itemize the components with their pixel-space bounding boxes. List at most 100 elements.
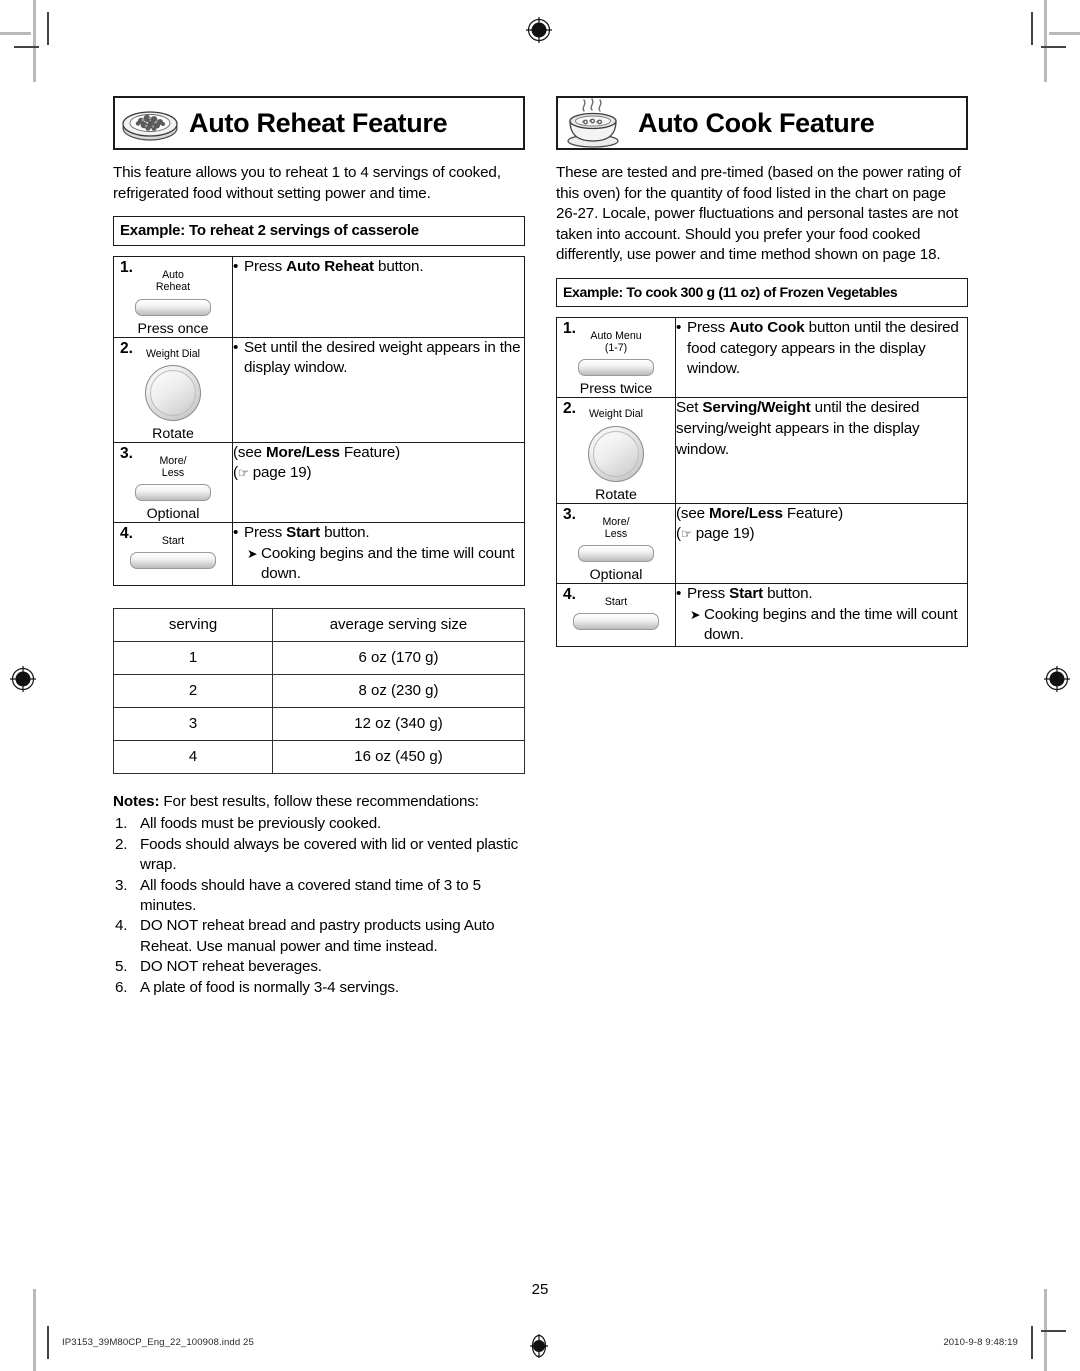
- weight-dial-icon[interactable]: [588, 425, 644, 482]
- cell-serving: 1: [113, 640, 273, 675]
- step-text-post: Feature): [782, 504, 844, 522]
- table-row: 2. Weight Dial Rotate Set Serving/Weight…: [556, 397, 968, 504]
- control-footnote: Press once: [137, 320, 209, 337]
- step-description-cell: (see More/Less Feature) (☞ page 19): [232, 441, 525, 524]
- cell-size: 8 oz (230 g): [272, 673, 525, 708]
- auto-cook-title: Auto Cook Feature: [638, 107, 875, 138]
- step-description-cell: Set until the desired weight appears in …: [232, 336, 525, 443]
- step-description-cell: Press Auto Reheat button.: [232, 256, 525, 338]
- step-line: Press Auto Reheat button.: [233, 257, 524, 278]
- step-line: (☞ page 19): [676, 524, 967, 545]
- table-header-row: serving average serving size: [113, 607, 525, 642]
- cell-size: 12 oz (340 g): [272, 706, 525, 741]
- auto-cook-steps-table: 1. Auto Menu (1-7) Press twice Press Aut…: [556, 316, 968, 647]
- auto-cook-example-bar: Example: To cook 300 g (11 oz) of Frozen…: [556, 277, 968, 307]
- serving-size-table: serving average serving size 1 6 oz (170…: [113, 607, 525, 774]
- step-line: Press Start button.: [233, 523, 524, 544]
- control-footnote: Rotate: [152, 425, 194, 442]
- table-row: 3. More/ Less Optional (see More/Less Fe…: [113, 441, 525, 524]
- step-line: Press Start button.: [676, 584, 967, 605]
- step-text-post: button.: [320, 524, 370, 542]
- cell-serving: 3: [113, 706, 273, 741]
- registration-mark-left: [10, 666, 36, 692]
- step-control-cell: 3. More/ Less Optional: [556, 502, 676, 584]
- table-row: 3 12 oz (340 g): [113, 706, 525, 741]
- auto-reheat-button-icon[interactable]: [135, 298, 211, 316]
- auto-menu-button-icon[interactable]: [578, 359, 654, 377]
- notes-heading-text: For best results, follow these recommend…: [159, 792, 479, 810]
- step-text-bold: Serving/Weight: [702, 399, 811, 417]
- step-text-pre: Press: [687, 584, 730, 602]
- notes-label: Notes:: [113, 792, 160, 810]
- registration-mark-top: [526, 17, 552, 43]
- start-button-icon[interactable]: [573, 613, 659, 631]
- cell-size: 6 oz (170 g): [272, 640, 525, 675]
- cell-serving: 4: [113, 739, 273, 774]
- steaming-bowl-icon: [558, 97, 628, 149]
- list-item: 5. DO NOT reheat beverages.: [113, 957, 525, 977]
- more-less-button-icon[interactable]: [135, 484, 211, 502]
- step-number: 2.: [563, 400, 576, 418]
- notes-heading: Notes: For best results, follow these re…: [113, 792, 525, 812]
- list-item: 2. Foods should always be covered with li…: [113, 835, 525, 876]
- auto-cook-banner: Auto Cook Feature: [556, 96, 968, 150]
- step-text-post: page 19): [248, 464, 312, 482]
- step-text-post: button.: [373, 258, 424, 276]
- control-footnote: Rotate: [595, 486, 637, 503]
- step-text-bold: Start: [729, 584, 764, 602]
- auto-reheat-intro: This feature allows you to reheat 1 to 4…: [113, 164, 501, 202]
- trim-mark-tr-v: [1031, 12, 1033, 45]
- crop-mark-tr-h: [1049, 32, 1080, 35]
- start-button-icon[interactable]: [130, 552, 216, 570]
- step-text-pre: (see: [233, 443, 267, 461]
- step-description-cell: Press Start button. Cooking begins and t…: [232, 522, 525, 586]
- more-less-button-icon[interactable]: [578, 544, 654, 562]
- table-row: 4. Start Press Start button. Cooking beg…: [556, 582, 968, 647]
- trim-mark-tl-v: [47, 12, 49, 45]
- weight-dial-icon[interactable]: [145, 364, 201, 421]
- list-item-text: Foods should always be covered with lid …: [140, 835, 519, 874]
- step-text-bold: Auto Reheat: [286, 258, 374, 276]
- step-description-cell: Press Auto Cook button until the desired…: [675, 316, 968, 399]
- list-item-text: DO NOT reheat beverages.: [140, 958, 322, 976]
- column-header-average-size: average serving size: [272, 607, 525, 642]
- table-row: 1 6 oz (170 g): [113, 640, 525, 675]
- step-control-cell: 2. Weight Dial Rotate: [556, 397, 676, 504]
- registration-mark-bottom: [526, 1333, 552, 1359]
- step-line: (☞ page 19): [233, 463, 524, 484]
- weight-dial-inner: [593, 430, 639, 477]
- step-text-pre: Press: [244, 258, 287, 276]
- list-item: 4. DO NOT reheat bread and pastry product…: [113, 916, 525, 957]
- auto-reheat-banner: Auto Reheat Feature: [113, 96, 525, 150]
- column-header-serving: serving: [113, 607, 273, 642]
- table-row: 1. Auto Reheat Press once Press Auto Reh…: [113, 256, 525, 338]
- trim-mark-bl-v: [47, 1326, 49, 1359]
- manual-page: Auto Reheat Feature This feature allows …: [0, 0, 1080, 1371]
- crop-mark-tl-v: [33, 0, 36, 82]
- step-text-pre: Cooking begins and the time will count d…: [704, 605, 958, 644]
- list-item-number: 1.: [115, 815, 128, 833]
- step-text-pre: Set until the desired weight appears in …: [244, 338, 521, 377]
- list-item-text: A plate of food is normally 3-4 servings…: [140, 978, 399, 996]
- step-text-pre: (see: [676, 504, 710, 522]
- step-control-cell: 1. Auto Menu (1-7) Press twice: [556, 316, 676, 399]
- plate-of-food-icon: [115, 97, 185, 149]
- pointing-hand-icon: ☞: [237, 466, 249, 481]
- control-footnote: Optional: [589, 566, 643, 583]
- step-text-post: page 19): [691, 525, 755, 543]
- step-description-cell: Press Start button. Cooking begins and t…: [675, 582, 968, 647]
- list-item-number: 4.: [115, 917, 128, 935]
- table-row: 4 16 oz (450 g): [113, 739, 525, 774]
- auto-reheat-section: Auto Reheat Feature This feature allows …: [113, 96, 525, 998]
- auto-cook-intro: These are tested and pre-timed (based on…: [556, 164, 961, 264]
- step-description-cell: (see More/Less Feature) (☞ page 19): [675, 502, 968, 584]
- step-number: 4.: [120, 525, 133, 543]
- step-text-post: button.: [763, 584, 813, 602]
- control-footnote: Press twice: [579, 381, 653, 398]
- trim-mark-br-h: [1041, 1330, 1066, 1332]
- step-line: Cooking begins and the time will count d…: [676, 605, 967, 646]
- step-number: 4.: [563, 585, 576, 603]
- trim-mark-tl-h: [14, 46, 39, 48]
- step-text-pre: Set: [676, 399, 703, 417]
- step-number: 1.: [120, 259, 133, 277]
